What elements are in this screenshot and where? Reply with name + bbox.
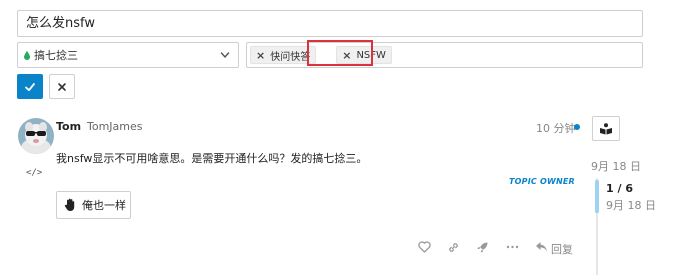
like-button-label: 俺也一样 [82, 199, 126, 212]
avatar[interactable] [18, 118, 54, 154]
timeline-handle[interactable] [595, 180, 599, 213]
category-drop-icon [24, 50, 30, 60]
category-selector[interactable]: 搞七捻三 [17, 42, 239, 68]
topic-owner-badge: TOPIC OWNER [509, 177, 575, 186]
check-icon [25, 82, 35, 91]
timeline-current-date: 9月 18 日 [606, 199, 656, 212]
save-button[interactable] [17, 74, 43, 99]
cancel-button[interactable] [49, 74, 75, 99]
chevron-down-icon [220, 52, 230, 58]
book-reader-icon [600, 122, 612, 134]
hand-icon [64, 198, 75, 211]
post-body: 我nsfw显示不可用啥意思。是需要开通什么吗？发的搞七捻三。 [56, 152, 368, 165]
category-label: 搞七捻三 [34, 49, 78, 62]
timeline-post-count: 1 / 6 [606, 182, 633, 195]
timeline-start-date[interactable]: 9月 18 日 [591, 158, 641, 174]
like-button[interactable]: 俺也一样 [56, 191, 131, 219]
more-icon[interactable] [504, 239, 520, 255]
post-time[interactable]: 10 分钟 [536, 120, 576, 136]
tag-label: NSFW [356, 49, 386, 61]
topic-map-button[interactable] [592, 116, 620, 141]
close-icon [58, 82, 66, 91]
author-username[interactable]: TomJames [87, 120, 143, 133]
reply-button-label[interactable]: 回复 [551, 241, 573, 257]
link-icon[interactable] [445, 239, 461, 255]
tag-chip[interactable]: × NSFW [336, 46, 392, 64]
heart-icon[interactable] [416, 239, 432, 255]
tag-label: 快问快答 [270, 51, 311, 63]
author-name[interactable]: Tom [56, 120, 81, 133]
reply-icon[interactable] [533, 239, 549, 255]
unread-indicator [574, 124, 580, 130]
remove-tag-icon[interactable]: × [342, 49, 351, 62]
rocket-icon[interactable] [474, 239, 490, 255]
topic-title-input[interactable]: 怎么发nsfw [17, 10, 643, 37]
tag-chip[interactable]: × 快问快答 [250, 46, 317, 64]
remove-tag-icon[interactable]: × [256, 49, 265, 62]
tag-chooser[interactable]: × 快问快答 × NSFW [246, 42, 643, 68]
code-icon[interactable]: </> [26, 168, 42, 178]
